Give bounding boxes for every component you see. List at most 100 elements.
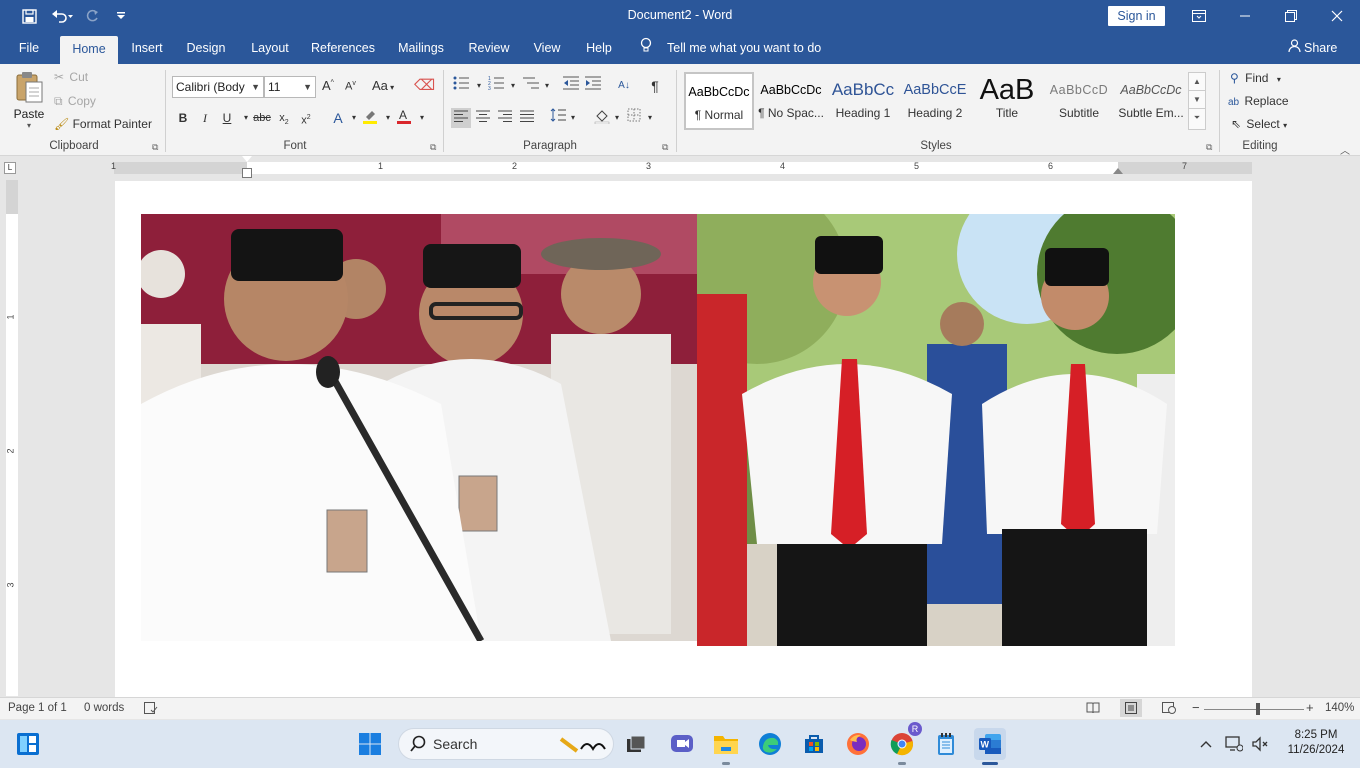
chevron-down-icon[interactable]: ▼ [1189,91,1205,109]
sort-icon[interactable]: A↓ [614,76,634,96]
style-subtitle[interactable]: AaBbCcD Subtitle [1044,72,1114,130]
tab-references[interactable]: References [309,32,377,64]
font-color-icon[interactable]: A [394,108,414,128]
task-view-icon[interactable] [620,728,652,760]
tab-mailings[interactable]: Mailings [392,32,450,64]
select-button[interactable]: ⇖ Select ▾ [1231,117,1287,131]
minimize-icon[interactable] [1222,0,1268,32]
tab-selector-icon[interactable]: L [4,162,16,174]
zoom-slider[interactable] [1204,709,1304,710]
chevron-down-icon[interactable]: ▾ [412,108,432,128]
vertical-ruler[interactable]: 1 2 3 [6,180,18,696]
left-indent-marker[interactable] [242,168,252,178]
shrink-font-icon[interactable]: Av [345,80,356,93]
paste-button[interactable]: Paste ▾ [10,70,48,136]
underline-icon[interactable]: U [217,108,237,128]
cut-button[interactable]: ✂ Cut [54,70,88,84]
chevron-down-icon[interactable]: ▾ [503,76,523,96]
subscript-icon[interactable]: x2 [274,108,294,128]
widgets-icon[interactable] [12,728,44,760]
font-launcher-icon[interactable]: ⧉ [430,142,436,153]
zoom-out-icon[interactable]: − [1192,700,1200,715]
copy-button[interactable]: ⧉ Copy [54,94,96,109]
decrease-indent-icon[interactable] [561,76,581,96]
right-indent-marker[interactable] [1113,168,1123,174]
align-left-icon[interactable] [451,108,471,128]
photo-left[interactable] [141,214,697,641]
tab-review[interactable]: Review [464,32,514,64]
collapse-ribbon-icon[interactable]: ︿ [1340,142,1350,157]
paragraph-launcher-icon[interactable]: ⧉ [662,142,668,153]
tab-view[interactable]: View [528,32,566,64]
network-icon[interactable] [1220,728,1248,760]
proofing-icon[interactable] [144,702,158,717]
align-right-icon[interactable] [495,108,515,128]
document-page[interactable] [115,181,1252,697]
italic-icon[interactable]: I [195,108,215,128]
tab-help[interactable]: Help [580,32,618,64]
style-heading-1[interactable]: AaBbCc Heading 1 [828,72,898,130]
tab-design[interactable]: Design [182,32,230,64]
tell-me-search[interactable]: Tell me what you want to do [640,32,821,64]
chevron-up-icon[interactable] [1192,728,1220,760]
find-button[interactable]: ⚲ Find ▾ [1230,71,1281,85]
highlight-icon[interactable] [360,108,380,128]
system-clock[interactable]: 8:25 PM 11/26/2024 [1284,728,1348,758]
align-center-icon[interactable] [473,108,493,128]
firefox-icon[interactable] [842,728,874,760]
sign-in-button[interactable]: Sign in [1108,6,1165,26]
page-count[interactable]: Page 1 of 1 [8,702,67,714]
more-styles-icon[interactable]: ⏷ [1189,109,1205,127]
web-layout-icon[interactable] [1162,702,1176,717]
style-heading-2[interactable]: AaBbCcE Heading 2 [900,72,970,130]
ribbon-display-options-icon[interactable] [1176,0,1222,32]
read-mode-icon[interactable] [1086,702,1100,717]
font-name-combo[interactable]: Calibri (Body ▼ [172,76,264,98]
style-subtle-emphasis[interactable]: AaBbCcDc Subtle Em... [1116,72,1186,130]
volume-muted-icon[interactable] [1246,728,1274,760]
store-icon[interactable] [798,728,830,760]
photo-right[interactable] [697,214,1175,646]
font-size-combo[interactable]: 11 ▼ [264,76,316,98]
grow-font-icon[interactable]: A^ [322,78,334,93]
styles-launcher-icon[interactable]: ⧉ [1206,142,1212,153]
replace-button[interactable]: ab Replace [1228,94,1289,108]
clipboard-launcher-icon[interactable]: ⧉ [152,142,158,153]
style-title[interactable]: AaB Title [972,72,1042,130]
tab-layout[interactable]: Layout [245,32,295,64]
tab-insert[interactable]: Insert [126,32,168,64]
format-painter-button[interactable]: 🖌 Format Painter [54,117,152,131]
clear-formatting-icon[interactable]: ⌫ [414,76,435,94]
word-count[interactable]: 0 words [84,702,124,714]
file-explorer-icon[interactable] [710,728,742,760]
zoom-slider-thumb[interactable] [1256,703,1260,715]
change-case-button[interactable]: Aa ▾ [372,78,394,93]
zoom-in-icon[interactable]: + [1306,700,1314,715]
notepad-icon[interactable] [930,728,962,760]
tab-home[interactable]: Home [60,36,118,64]
style-normal[interactable]: AaBbCcDc ¶ Normal [684,72,754,130]
bullets-icon[interactable] [451,76,471,96]
chevron-up-icon[interactable]: ▲ [1189,73,1205,91]
edge-icon[interactable] [754,728,786,760]
strikethrough-icon[interactable]: abc [252,108,272,128]
chevron-down-icon[interactable]: ▾ [537,76,557,96]
taskbar-search[interactable]: Search [398,728,614,760]
horizontal-ruler[interactable]: 1 1 2 3 4 5 6 7 [111,156,1252,178]
print-layout-icon[interactable] [1120,699,1142,717]
teams-chat-icon[interactable] [666,728,698,760]
chrome-icon[interactable]: R [886,722,922,760]
start-icon[interactable] [354,728,386,760]
share-button[interactable]: Share [1288,32,1337,64]
justify-icon[interactable] [517,108,537,128]
tab-file[interactable]: File [10,32,48,64]
bold-icon[interactable]: B [173,108,193,128]
increase-indent-icon[interactable] [583,76,603,96]
superscript-icon[interactable]: x2 [296,108,316,128]
styles-scrollbar[interactable]: ▲ ▼ ⏷ [1188,72,1206,130]
chevron-down-icon[interactable]: ▾ [640,108,660,128]
pilcrow-icon[interactable]: ¶ [645,76,665,96]
first-line-indent-marker[interactable] [242,156,252,162]
word-taskbar-icon[interactable]: W [974,728,1006,760]
close-icon[interactable] [1314,0,1360,32]
